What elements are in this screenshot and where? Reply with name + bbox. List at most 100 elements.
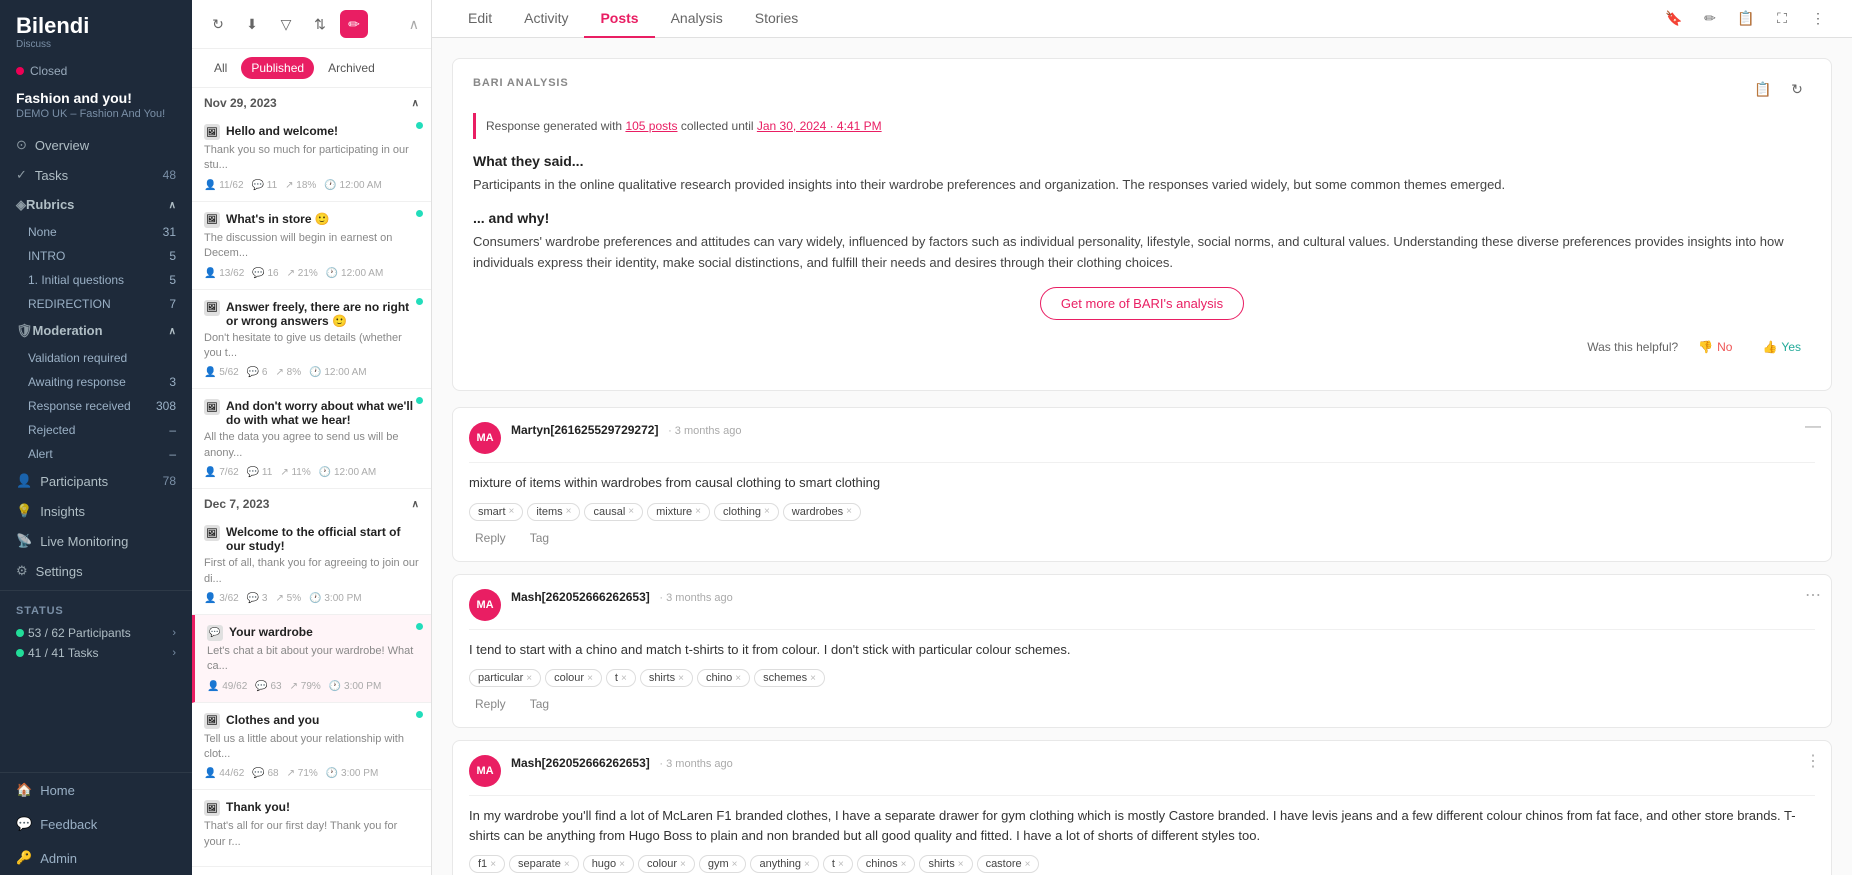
- post-card-6[interactable]: 💬Your wardrobe Let's chat a bit about yo…: [192, 615, 431, 703]
- copy-btn[interactable]: 📋: [1732, 5, 1760, 33]
- helpful-no-btn[interactable]: 👎 No: [1688, 336, 1742, 358]
- tag-colour1[interactable]: colour ×: [545, 669, 602, 687]
- tag-hugo[interactable]: hugo ×: [583, 855, 634, 873]
- reply-btn-martyn[interactable]: Reply: [469, 529, 512, 547]
- more-btn[interactable]: ⋮: [1804, 5, 1832, 33]
- collapse-icon[interactable]: ∧: [409, 16, 419, 33]
- filter-btn[interactable]: ▽: [272, 10, 300, 38]
- tag-x-causal[interactable]: ×: [628, 506, 634, 517]
- sidebar-item-feedback[interactable]: 💬Feedback: [0, 807, 192, 841]
- project-subtitle: DEMO UK – Fashion And You!: [0, 108, 192, 130]
- feedback-icon: 💬: [16, 816, 32, 832]
- tag-x-smart[interactable]: ×: [509, 506, 515, 517]
- sidebar-item-none[interactable]: None 31: [0, 220, 192, 244]
- tab-posts[interactable]: Posts: [584, 0, 654, 38]
- sidebar-item-intro[interactable]: INTRO 5: [0, 244, 192, 268]
- download-btn[interactable]: ⬇: [238, 10, 266, 38]
- sidebar-item-rubrics[interactable]: ◈Rubrics ∧: [0, 190, 192, 220]
- tab-analysis[interactable]: Analysis: [655, 0, 739, 38]
- sidebar-item-insights[interactable]: 💡Insights: [0, 496, 192, 526]
- tag-btn-martyn[interactable]: Tag: [524, 529, 555, 547]
- sidebar-item-overview[interactable]: ⊙Overview: [0, 130, 192, 160]
- post-meta-mash2: Mash[262052666262653] · 3 months ago: [511, 755, 1815, 770]
- tag-particular[interactable]: particular ×: [469, 669, 541, 687]
- reply-btn-mash1[interactable]: Reply: [469, 695, 512, 713]
- tag-x-wardrobes[interactable]: ×: [846, 506, 852, 517]
- sidebar-item-participants[interactable]: 👤Participants 78: [0, 466, 192, 496]
- post-card-3[interactable]: 🖼Answer freely, there are no right or wr…: [192, 290, 431, 390]
- tab-stories[interactable]: Stories: [739, 0, 815, 38]
- post-menu-martyn[interactable]: —: [1805, 418, 1821, 436]
- tab-published[interactable]: Published: [241, 57, 314, 79]
- sidebar-item-home[interactable]: 🏠Home: [0, 773, 192, 807]
- sidebar-item-awaiting[interactable]: Awaiting response 3: [0, 370, 192, 394]
- tag-separate[interactable]: separate ×: [509, 855, 579, 873]
- status-tasks[interactable]: 41 / 41 Tasks ›: [16, 643, 176, 663]
- sidebar-item-alert[interactable]: Alert –: [0, 442, 192, 466]
- post-card-1[interactable]: 🖼Hello and welcome! Thank you so much fo…: [192, 114, 431, 202]
- status-participants[interactable]: 53 / 62 Participants ›: [16, 623, 176, 643]
- sidebar-item-rejected[interactable]: Rejected –: [0, 418, 192, 442]
- compose-btn[interactable]: ✏: [340, 10, 368, 38]
- tag-shirts2[interactable]: shirts ×: [919, 855, 972, 873]
- meta-comments-4: 💬 11: [247, 467, 273, 478]
- tag-f1[interactable]: f1 ×: [469, 855, 505, 873]
- post-card-8[interactable]: 🖼Thank you! That's all for our first day…: [192, 790, 431, 867]
- bookmark-btn[interactable]: 🔖: [1660, 5, 1688, 33]
- date-header-dec7[interactable]: Dec 7, 2023 ∧: [192, 489, 431, 515]
- expand-btn[interactable]: ⛶: [1768, 5, 1796, 33]
- post-card-5[interactable]: 🖼Welcome to the official start of our st…: [192, 515, 431, 615]
- tag-btn-mash1[interactable]: Tag: [524, 695, 555, 713]
- bari-copy-btn[interactable]: 📋: [1749, 75, 1777, 103]
- tag-castore[interactable]: castore ×: [977, 855, 1040, 873]
- meta-time-7: 🕐 3:00 PM: [326, 768, 378, 779]
- post-card-7[interactable]: 🖼Clothes and you Tell us a little about …: [192, 703, 431, 791]
- tab-activity[interactable]: Activity: [508, 0, 584, 38]
- sidebar-item-moderation[interactable]: 🛡Moderation ∧: [0, 316, 192, 346]
- tag-x-mixture[interactable]: ×: [695, 506, 701, 517]
- bari-notice-count[interactable]: 105 posts: [625, 119, 677, 133]
- sidebar-item-redirection[interactable]: REDIRECTION 7: [0, 292, 192, 316]
- sidebar-item-settings[interactable]: ⚙Settings: [0, 556, 192, 586]
- main-content: Edit Activity Posts Analysis Stories 🔖 ✏…: [432, 0, 1852, 875]
- tag-anything[interactable]: anything ×: [750, 855, 818, 873]
- tag-clothing[interactable]: clothing ×: [714, 503, 779, 521]
- meta-time-3: 🕐 12:00 AM: [309, 367, 366, 378]
- tag-shirts1[interactable]: shirts ×: [640, 669, 693, 687]
- tab-archived[interactable]: Archived: [318, 57, 385, 79]
- tag-t1[interactable]: t ×: [606, 669, 636, 687]
- tag-x-clothing[interactable]: ×: [764, 506, 770, 517]
- tag-mixture[interactable]: mixture ×: [647, 503, 710, 521]
- tag-colour2[interactable]: colour ×: [638, 855, 695, 873]
- post-card-2[interactable]: 🖼What's in store 🙂 The discussion will b…: [192, 202, 431, 290]
- sort-btn[interactable]: ⇅: [306, 10, 334, 38]
- post-card-4[interactable]: 🖼And don't worry about what we'll do wit…: [192, 389, 431, 489]
- tag-causal[interactable]: causal ×: [584, 503, 643, 521]
- sidebar-item-initial[interactable]: 1. Initial questions 5: [0, 268, 192, 292]
- date-header-nov29[interactable]: Nov 29, 2023 ∧: [192, 88, 431, 114]
- edit-btn[interactable]: ✏: [1696, 5, 1724, 33]
- tag-schemes[interactable]: schemes ×: [754, 669, 825, 687]
- refresh-btn[interactable]: ↻: [204, 10, 232, 38]
- sidebar-item-admin[interactable]: 🔑Admin: [0, 841, 192, 875]
- tag-x-items[interactable]: ×: [566, 506, 572, 517]
- tag-t2[interactable]: t ×: [823, 855, 853, 873]
- tag-items[interactable]: items ×: [527, 503, 580, 521]
- bari-more-btn[interactable]: Get more of BARI's analysis: [1040, 287, 1244, 320]
- tab-all[interactable]: All: [204, 57, 237, 79]
- bari-notice-date[interactable]: Jan 30, 2024 · 4:41 PM: [757, 119, 882, 133]
- sidebar-item-validation[interactable]: Validation required: [0, 346, 192, 370]
- sidebar-item-live[interactable]: 📡Live Monitoring: [0, 526, 192, 556]
- helpful-yes-btn[interactable]: 👍 Yes: [1752, 336, 1811, 358]
- tag-chinos[interactable]: chinos ×: [857, 855, 916, 873]
- tag-wardrobes[interactable]: wardrobes ×: [783, 503, 861, 521]
- sidebar-item-tasks[interactable]: ✓Tasks 48: [0, 160, 192, 190]
- tag-gym[interactable]: gym ×: [699, 855, 747, 873]
- tab-edit[interactable]: Edit: [452, 0, 508, 38]
- sidebar-item-response[interactable]: Response received 308: [0, 394, 192, 418]
- bari-refresh-btn[interactable]: ↻: [1783, 75, 1811, 103]
- post-menu-mash2[interactable]: ⋮: [1805, 751, 1821, 771]
- tag-chino[interactable]: chino ×: [697, 669, 750, 687]
- post-menu-mash1[interactable]: ⋯: [1805, 585, 1821, 605]
- tag-smart[interactable]: smart ×: [469, 503, 523, 521]
